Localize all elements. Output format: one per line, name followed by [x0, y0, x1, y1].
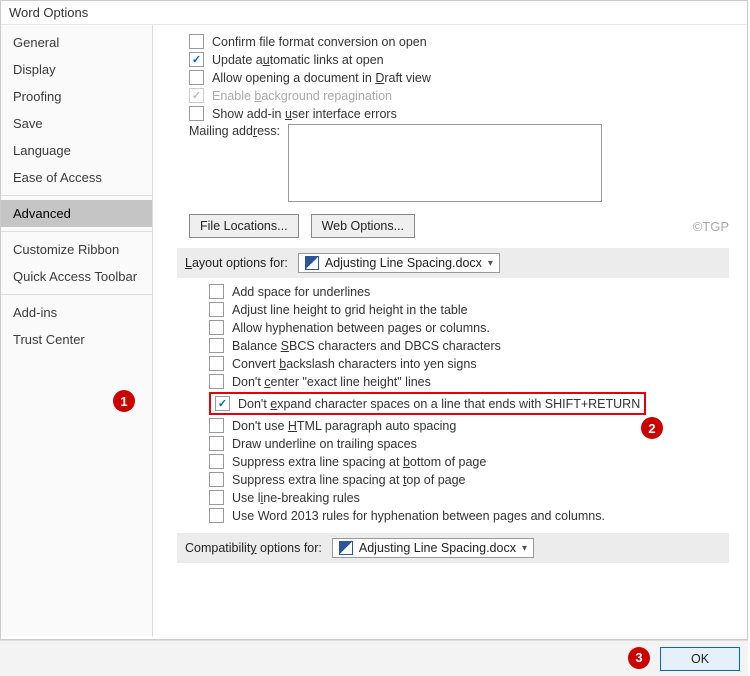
chevron-down-icon: ▾: [522, 543, 527, 554]
compat-document-select[interactable]: Adjusting Line Spacing.docx ▾: [332, 538, 534, 558]
word-doc-icon: [339, 541, 353, 555]
mailing-address-input[interactable]: [288, 124, 602, 202]
layout-option: Suppress extra line spacing at top of pa…: [209, 472, 729, 487]
option-draft-view: Allow opening a document in Draft view: [189, 70, 729, 85]
window-title: Word Options: [1, 1, 747, 25]
label: Adjust line height to grid height in the…: [232, 303, 468, 317]
header-label: Compatibility options for:: [185, 541, 322, 555]
checkbox: [189, 88, 204, 103]
label: Use Word 2013 rules for hyphenation betw…: [232, 509, 605, 523]
sidebar-item-add-ins[interactable]: Add-ins: [1, 299, 152, 326]
chevron-down-icon: ▾: [488, 258, 493, 269]
label: Add space for underlines: [232, 285, 370, 299]
sidebar-item-proofing[interactable]: Proofing: [1, 83, 152, 110]
dialog-button-bar: 3 OK: [0, 640, 748, 676]
checkbox[interactable]: [209, 454, 224, 469]
sidebar-item-save[interactable]: Save: [1, 110, 152, 137]
label: Enable background repagination: [212, 89, 392, 103]
layout-option: Don't center "exact line height" lines: [209, 374, 729, 389]
layout-option: Convert backslash characters into yen si…: [209, 356, 729, 371]
body: General Display Proofing Save Language E…: [1, 25, 747, 637]
sidebar-item-general[interactable]: General: [1, 29, 152, 56]
divider: [1, 231, 152, 232]
annotation-badge-3: 3: [628, 647, 650, 669]
sidebar: General Display Proofing Save Language E…: [1, 25, 153, 637]
layout-option: Don't expand character spaces on a line …: [209, 392, 729, 415]
option-addin-errors: Show add-in user interface errors: [189, 106, 729, 121]
label: Don't center "exact line height" lines: [232, 375, 431, 389]
sidebar-item-display[interactable]: Display: [1, 56, 152, 83]
checkbox[interactable]: [209, 302, 224, 317]
label: Use line-breaking rules: [232, 491, 360, 505]
divider: [1, 195, 152, 196]
sidebar-item-label: Advanced: [13, 206, 71, 221]
web-options-button[interactable]: Web Options...: [311, 214, 415, 238]
checkbox[interactable]: [209, 320, 224, 335]
checkbox[interactable]: [189, 34, 204, 49]
button-row: File Locations... Web Options... ©TGP: [189, 214, 729, 238]
label: Don't expand character spaces on a line …: [238, 397, 640, 411]
label: Allow hyphenation between pages or colum…: [232, 321, 490, 335]
layout-options-list: Add space for underlines Adjust line heig…: [177, 284, 729, 523]
checkbox[interactable]: [209, 436, 224, 451]
checkbox[interactable]: [209, 356, 224, 371]
checkbox[interactable]: [209, 374, 224, 389]
option-confirm-conversion: Confirm file format conversion on open: [189, 34, 729, 49]
selected-doc: Adjusting Line Spacing.docx: [325, 256, 482, 270]
checkbox[interactable]: [189, 106, 204, 121]
word-options-window: Word Options General Display Proofing Sa…: [0, 0, 748, 640]
checkbox[interactable]: [209, 284, 224, 299]
word-doc-icon: [305, 256, 319, 270]
sidebar-item-customize-ribbon[interactable]: Customize Ribbon: [1, 236, 152, 263]
label: Draw underline on trailing spaces: [232, 437, 417, 451]
watermark: ©TGP: [693, 219, 729, 234]
ok-button[interactable]: OK: [660, 647, 740, 671]
checkbox[interactable]: [189, 52, 204, 67]
label: Suppress extra line spacing at top of pa…: [232, 473, 466, 487]
content-pane[interactable]: Confirm file format conversion on open U…: [153, 25, 747, 637]
compatibility-options-header: Compatibility options for: Adjusting Lin…: [177, 533, 729, 563]
checkbox[interactable]: [209, 338, 224, 353]
layout-document-select[interactable]: Adjusting Line Spacing.docx ▾: [298, 253, 500, 273]
label: Update automatic links at open: [212, 53, 384, 67]
checkbox[interactable]: [209, 490, 224, 505]
sidebar-item-language[interactable]: Language: [1, 137, 152, 164]
checkbox[interactable]: [209, 508, 224, 523]
option-background-repagination: Enable background repagination: [189, 88, 729, 103]
option-update-links: Update automatic links at open: [189, 52, 729, 67]
layout-option: Add space for underlines: [209, 284, 729, 299]
sidebar-item-trust-center[interactable]: Trust Center: [1, 326, 152, 353]
annotation-badge-1: 1: [113, 390, 135, 412]
annotation-badge-2: 2: [641, 417, 663, 439]
layout-option: Balance SBCS characters and DBCS charact…: [209, 338, 729, 353]
layout-option: Allow hyphenation between pages or colum…: [209, 320, 729, 335]
checkbox[interactable]: [189, 70, 204, 85]
header-label: Layout options for:: [185, 256, 288, 270]
label: Show add-in user interface errors: [212, 107, 397, 121]
sidebar-item-quick-access-toolbar[interactable]: Quick Access Toolbar: [1, 263, 152, 290]
divider: [1, 294, 152, 295]
checkbox[interactable]: [209, 472, 224, 487]
layout-option: Use Word 2013 rules for hyphenation betw…: [209, 508, 729, 523]
layout-option: Suppress extra line spacing at bottom of…: [209, 454, 729, 469]
mailing-address-label: Mailing address:: [189, 124, 280, 138]
layout-option: Use line-breaking rules: [209, 490, 729, 505]
layout-option: Adjust line height to grid height in the…: [209, 302, 729, 317]
mailing-address-row: Mailing address:: [189, 124, 729, 202]
file-locations-button[interactable]: File Locations...: [189, 214, 299, 238]
checkbox[interactable]: [215, 396, 230, 411]
label: Don't use HTML paragraph auto spacing: [232, 419, 456, 433]
label: Confirm file format conversion on open: [212, 35, 427, 49]
label: Suppress extra line spacing at bottom of…: [232, 455, 486, 469]
highlighted-option: Don't expand character spaces on a line …: [209, 392, 646, 415]
layout-options-header: Layout options for: Adjusting Line Spaci…: [177, 248, 729, 278]
sidebar-item-ease-of-access[interactable]: Ease of Access: [1, 164, 152, 191]
checkbox[interactable]: [209, 418, 224, 433]
selected-doc: Adjusting Line Spacing.docx: [359, 541, 516, 555]
sidebar-item-advanced[interactable]: Advanced 1: [1, 200, 152, 227]
label: Convert backslash characters into yen si…: [232, 357, 477, 371]
label: Balance SBCS characters and DBCS charact…: [232, 339, 501, 353]
label: Allow opening a document in Draft view: [212, 71, 431, 85]
